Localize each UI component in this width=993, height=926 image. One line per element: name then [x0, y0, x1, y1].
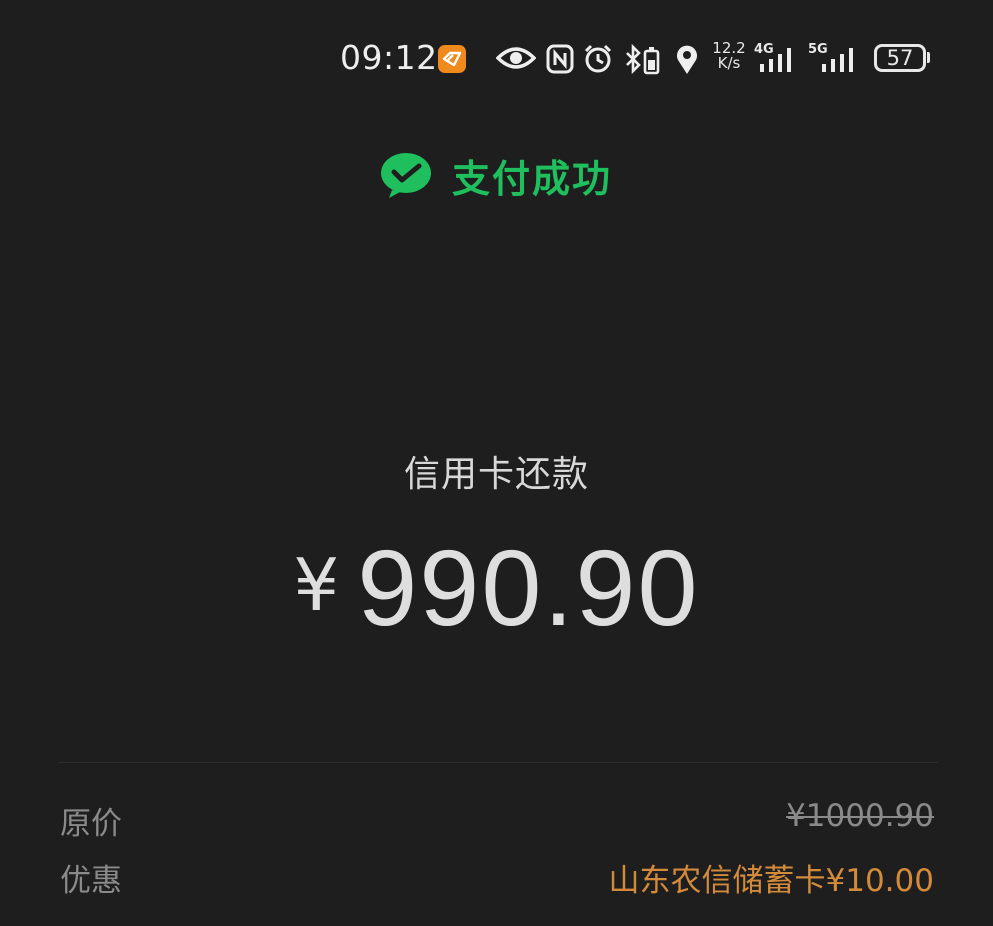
payment-success-header: 支付成功: [380, 148, 612, 202]
amount-value: 990.90: [357, 527, 700, 648]
battery-icon: 57: [874, 44, 926, 72]
payment-amount: ¥990.90: [0, 525, 993, 650]
network-speed-unit: K/s: [717, 54, 741, 72]
status-time: 09:12: [340, 38, 438, 77]
original-price-row: 原价 ¥1000.90: [60, 798, 934, 842]
signal-4g-icon: [760, 44, 800, 78]
payment-success-text: 支付成功: [452, 156, 613, 201]
signal-5g-icon: [814, 44, 862, 78]
battery-tip: [927, 52, 930, 63]
original-price-label: 原价: [60, 806, 122, 842]
location-icon: [675, 44, 699, 80]
alarm-icon: [583, 44, 613, 78]
divider: [58, 762, 938, 763]
payment-title: 信用卡还款: [403, 454, 589, 495]
status-bar: 09:12 12.2 K/s 4G 5G 57: [340, 36, 940, 84]
nfc-icon: [546, 44, 574, 78]
original-price-value: ¥1000.90: [786, 798, 934, 834]
discount-value: 山东农信储蓄卡¥10.00: [608, 863, 934, 899]
wechat-pay-icon: [381, 153, 431, 198]
app-notification-icon: [438, 45, 466, 73]
eye-icon: [495, 44, 537, 76]
bluetooth-battery-icon: [623, 43, 663, 80]
battery-level: 57: [886, 46, 914, 70]
discount-label: 优惠: [60, 863, 122, 899]
network-speed: 12.2 K/s: [710, 41, 748, 71]
discount-row: 优惠 山东农信储蓄卡¥10.00: [60, 855, 934, 899]
currency-symbol: ¥: [293, 543, 340, 627]
